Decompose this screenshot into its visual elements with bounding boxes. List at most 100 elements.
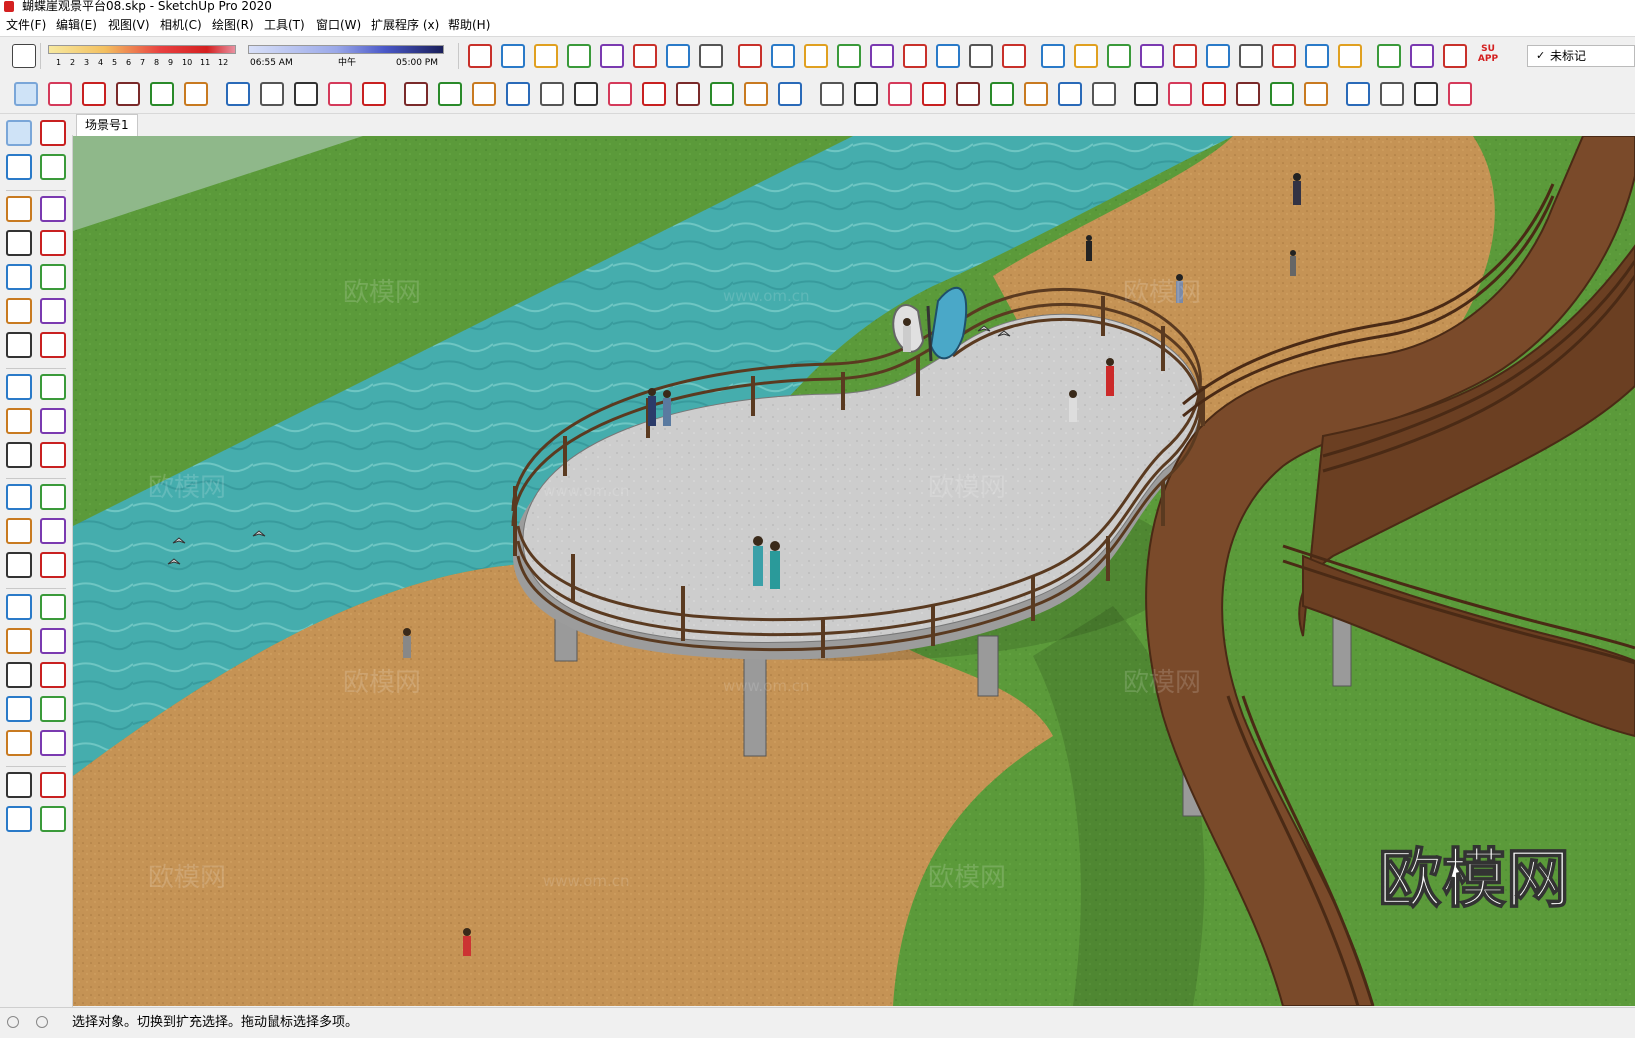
warehouse-icon[interactable] [642,82,666,106]
zoom-icon[interactable] [574,82,598,106]
tape-measure-icon[interactable] [404,82,428,106]
extension-icon[interactable] [676,82,700,106]
axes-icon[interactable] [771,44,795,68]
menu-view[interactable]: 视图(V) [108,17,150,33]
line-dropdown-icon[interactable] [116,82,140,106]
front-view-icon[interactable] [534,44,558,68]
move-icon[interactable] [294,82,318,106]
pie-icon[interactable] [40,332,66,358]
scale-icon[interactable] [362,82,386,106]
info-icon[interactable] [36,1016,48,1028]
select-icon[interactable] [6,120,32,146]
shadow-time-slider[interactable]: 06:55 AM 中午 05:00 PM [248,43,444,69]
xray-icon[interactable] [903,44,927,68]
pan-icon[interactable] [540,82,564,106]
freehand-icon[interactable] [40,196,66,222]
box-icon[interactable] [870,44,894,68]
menu-window[interactable]: 窗口(W) [316,17,361,33]
section-plane-icon[interactable] [501,44,525,68]
menu-tools[interactable]: 工具(T) [264,17,305,33]
pencil-icon[interactable] [82,82,106,106]
eraser-style-icon[interactable] [468,44,492,68]
menu-file[interactable]: 文件(F) [6,17,46,33]
user-icon[interactable] [778,82,802,106]
bar-chart-icon[interactable] [936,44,960,68]
3d-text-icon[interactable] [1202,82,1226,106]
follow-me-icon[interactable] [260,82,284,106]
drape-icon[interactable] [990,82,1014,106]
sandbox-icon[interactable] [922,82,946,106]
rotate-red-icon[interactable] [1173,44,1197,68]
arc-icon[interactable] [6,298,32,324]
pan-icon[interactable] [40,594,66,620]
curve-icon[interactable] [969,44,993,68]
menu-help[interactable]: 帮助(H) [448,17,490,33]
scale-icon[interactable] [1239,44,1263,68]
wifi-icon[interactable] [1443,44,1467,68]
box-outline-icon[interactable] [1380,82,1404,106]
section-plane-icon[interactable] [40,730,66,756]
orbit-icon[interactable] [6,594,32,620]
compass-icon[interactable] [837,44,861,68]
push-pull-icon[interactable] [226,82,250,106]
select-icon[interactable] [14,82,38,106]
scene-tab-1[interactable]: 场景号1 [76,114,138,136]
bucket-icon[interactable] [1410,44,1434,68]
ai-icon[interactable] [1168,82,1192,106]
look-around-icon[interactable] [40,696,66,722]
arc-dropdown-icon[interactable] [150,82,174,106]
menu-camera[interactable]: 相机(C) [160,17,202,33]
paint-bucket-icon[interactable] [472,82,496,106]
zoom-extents-icon[interactable] [6,662,32,688]
eraser-icon[interactable] [48,82,72,106]
add-detail-icon[interactable] [1092,82,1116,106]
axes-icon[interactable] [6,552,32,578]
polygon-icon[interactable] [40,264,66,290]
warehouse-icon[interactable] [6,772,32,798]
image-icon[interactable] [1236,82,1260,106]
three-point-arc-icon[interactable] [6,332,32,358]
import-icon[interactable] [820,82,844,106]
shadow-date-slider[interactable]: 1 2 3 4 5 6 7 8 9 10 11 12 [48,43,236,69]
shadow-time-gradient[interactable] [248,45,444,54]
box-solid-icon[interactable] [1448,82,1472,106]
check-icon[interactable] [738,44,762,68]
menu-draw[interactable]: 绘图(R) [212,17,254,33]
geolocation-icon[interactable] [7,1016,19,1028]
ruby-icon[interactable] [744,82,768,106]
text-icon[interactable] [438,82,462,106]
component-icon[interactable] [40,120,66,146]
red-box-icon[interactable] [1377,44,1401,68]
line-icon[interactable] [6,196,32,222]
shape-dropdown-icon[interactable] [184,82,208,106]
rectangle-icon[interactable] [6,230,32,256]
upload-icon[interactable] [1107,44,1131,68]
flip-icon[interactable] [1024,82,1048,106]
camera-icon[interactable] [1338,44,1362,68]
3d-text-icon[interactable] [40,552,66,578]
move-icon[interactable] [6,374,32,400]
two-point-arc-icon[interactable] [40,298,66,324]
terrain-icon[interactable] [1134,82,1158,106]
tag-selector[interactable]: ✓ 未标记 [1527,45,1635,67]
ml-icon[interactable] [1272,44,1296,68]
push-pull-icon[interactable] [40,374,66,400]
offset-icon[interactable] [40,442,66,468]
zoom-window-icon[interactable] [40,628,66,654]
rotate-icon[interactable] [328,82,352,106]
mirror-icon[interactable] [1074,44,1098,68]
viewport-scene[interactable]: 欧模网 www.om.cn 欧模网 欧模网 www.om.cn 欧模网 欧模网 … [73,136,1635,1006]
share-icon[interactable] [710,82,734,106]
menu-extensions[interactable]: 扩展程序 (x) [371,17,439,33]
su-app-icon[interactable]: SU APP [1476,44,1500,68]
share-model-icon[interactable] [6,806,32,832]
extension-warehouse-icon[interactable] [40,772,66,798]
sketchup-app-icon[interactable] [4,1,14,12]
zoom-extents-icon[interactable] [608,82,632,106]
zoom-icon[interactable] [6,628,32,654]
help-icon[interactable] [1304,82,1328,106]
cube-icon[interactable] [1346,82,1370,106]
kg-icon[interactable] [1041,44,1065,68]
target-icon[interactable] [1305,44,1329,68]
smoove-icon[interactable] [1058,82,1082,106]
